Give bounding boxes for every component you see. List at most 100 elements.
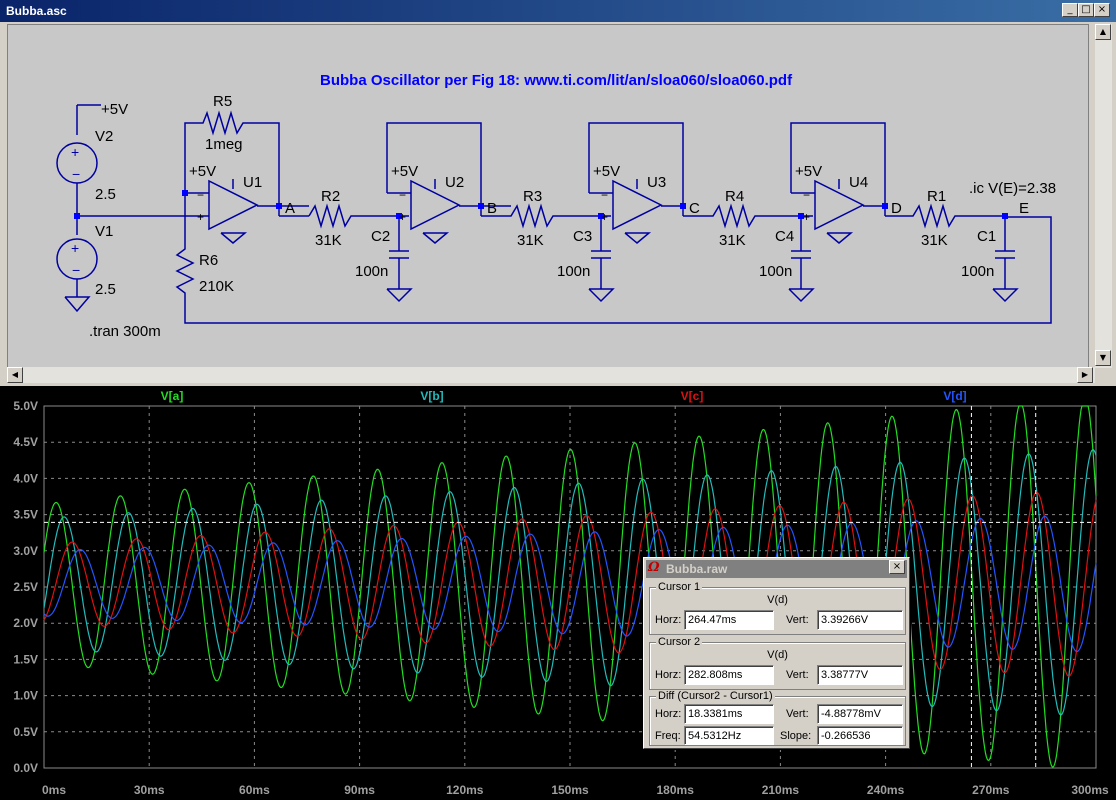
u2-name: U2 <box>445 174 464 191</box>
polarity-minus: − <box>72 262 80 278</box>
x-tick-label: 150ms <box>551 783 589 797</box>
resistor-r1[interactable] <box>885 203 1005 229</box>
cursor2-trace: V(d) <box>767 649 788 661</box>
opamp-minus-pin: − <box>399 188 406 202</box>
u3-name: U3 <box>647 174 666 191</box>
u1-supply: +5V <box>189 163 216 180</box>
r1-name: R1 <box>927 188 946 205</box>
ground-symbol <box>992 288 1019 303</box>
junction-dot <box>478 203 484 209</box>
junction-dot <box>680 203 686 209</box>
schematic-canvas[interactable]: + − + − Bubba Oscillator per Fig 18: www… <box>7 24 1089 368</box>
waveform-plot-pane[interactable]: 0ms 30ms 60ms 90ms 120ms 150ms 180ms 210ms 240ms… <box>0 386 1116 800</box>
junction-dot <box>182 190 188 196</box>
schematic-horizontal-scrollbar[interactable]: ◀ ▶ <box>7 367 1095 383</box>
x-tick-label: 120ms <box>446 783 484 797</box>
cursor2-vert-field[interactable]: 3.38777V <box>817 665 903 685</box>
diff-horz-field[interactable]: 18.3381ms <box>684 704 774 724</box>
x-tick-label: 300ms <box>1071 783 1109 797</box>
c4-value: 100n <box>759 263 792 280</box>
window-title: Bubba.asc <box>6 4 67 18</box>
net-d-label: D <box>891 200 902 217</box>
horz-label: Horz: <box>655 614 682 626</box>
ground-symbol <box>788 288 815 303</box>
x-tick-label: 60ms <box>239 783 270 797</box>
close-button[interactable]: × <box>1094 3 1110 17</box>
x-tick-label: 30ms <box>134 783 165 797</box>
x-tick-label: 0ms <box>42 783 66 797</box>
r4-name: R4 <box>725 188 744 205</box>
vert-label: Vert: <box>786 669 809 681</box>
cursor1-vert-field[interactable]: 3.39266V <box>817 610 903 630</box>
y-tick-label: 3.0V <box>13 544 38 558</box>
ground-symbol <box>826 232 854 244</box>
cursor2-horz-field[interactable]: 282.808ms <box>684 665 774 685</box>
c1-value: 100n <box>961 263 994 280</box>
resistor-r6[interactable] <box>175 193 1052 324</box>
cursor2-group: Cursor 2 V(d) Horz: 282.808ms Vert: 3.38… <box>649 636 906 690</box>
window-titlebar[interactable]: Bubba.asc <box>0 0 1116 22</box>
ground-symbol <box>624 232 652 244</box>
c2-value: 100n <box>355 263 388 280</box>
r3-name: R3 <box>523 188 542 205</box>
x-tick-label: 210ms <box>762 783 800 797</box>
c1-name: C1 <box>977 228 996 245</box>
scroll-left-arrow-icon[interactable]: ◀ <box>7 367 23 383</box>
junction-dot <box>276 203 282 209</box>
vert-label: Vert: <box>786 614 809 626</box>
polarity-minus: − <box>72 166 80 182</box>
scroll-up-arrow-icon[interactable]: ▲ <box>1095 24 1111 40</box>
diff-group-label: Diff (Cursor2 - Cursor1) <box>656 690 775 702</box>
net-b-label: B <box>487 200 497 217</box>
diff-vert-field[interactable]: -4.88778mV <box>817 704 903 724</box>
x-tick-label: 90ms <box>344 783 375 797</box>
scroll-down-arrow-icon[interactable]: ▼ <box>1095 350 1111 366</box>
cursor-readout-dialog[interactable]: Bubba.raw Ω × Cursor 1 V(d) Horz: 264.47… <box>643 557 910 749</box>
c3-name: C3 <box>573 228 592 245</box>
opamp-plus-pin: + <box>399 210 406 224</box>
diff-slope-field[interactable]: -0.266536 <box>817 726 903 745</box>
ground-symbol <box>64 296 91 313</box>
net-c-label: C <box>689 200 700 217</box>
tran-directive[interactable]: .tran 300m <box>89 323 161 340</box>
cursor1-group: Cursor 1 V(d) Horz: 264.47ms Vert: 3.392… <box>649 581 906 635</box>
net-a-label: A <box>285 200 295 217</box>
resistor-r3[interactable] <box>481 203 611 229</box>
resistor-r2[interactable] <box>308 203 409 229</box>
horz-label: Horz: <box>655 708 682 720</box>
diff-freq-field[interactable]: 54.5312Hz <box>684 726 774 745</box>
scroll-right-arrow-icon[interactable]: ▶ <box>1077 367 1093 383</box>
schematic-vertical-scrollbar[interactable]: ▲ ▼ <box>1095 24 1112 368</box>
r5-name: R5 <box>213 93 232 110</box>
maximize-button[interactable]: □ <box>1078 3 1094 17</box>
opamp-minus-pin: − <box>803 188 810 202</box>
waveform-chart[interactable]: 0ms 30ms 60ms 90ms 120ms 150ms 180ms 210ms 240ms… <box>0 386 1116 800</box>
r3-value: 31K <box>517 232 544 249</box>
ground-symbol <box>422 232 450 244</box>
legend-va[interactable]: V[a] <box>161 389 184 403</box>
dialog-titlebar[interactable]: Bubba.raw <box>646 560 907 578</box>
y-tick-label: 2.5V <box>13 580 38 594</box>
r4-value: 31K <box>719 232 746 249</box>
x-tick-label: 240ms <box>867 783 905 797</box>
c2-name: C2 <box>371 228 390 245</box>
vert-label: Vert: <box>786 708 809 720</box>
v2-name: V2 <box>95 128 113 145</box>
legend-vc[interactable]: V[c] <box>681 389 704 403</box>
schematic-title: Bubba Oscillator per Fig 18: www.ti.com/… <box>320 72 793 89</box>
cursor2-group-label: Cursor 2 <box>656 636 703 648</box>
r6-value: 210K <box>199 278 234 295</box>
resistor-r4[interactable] <box>683 203 813 229</box>
y-tick-label: 0.0V <box>13 761 38 775</box>
minimize-button[interactable]: _ <box>1062 3 1078 17</box>
y-tick-label: 4.0V <box>13 471 38 485</box>
junction-dot <box>1002 213 1008 219</box>
legend-vb[interactable]: V[b] <box>420 389 443 403</box>
r2-value: 31K <box>315 232 342 249</box>
u3-supply: +5V <box>593 163 620 180</box>
r5-value: 1meg <box>205 136 243 153</box>
legend-vd[interactable]: V[d] <box>943 389 966 403</box>
ic-directive[interactable]: .ic V(E)=2.38 <box>969 180 1056 197</box>
cursor1-horz-field[interactable]: 264.47ms <box>684 610 774 630</box>
dialog-close-button[interactable]: × <box>889 560 905 574</box>
